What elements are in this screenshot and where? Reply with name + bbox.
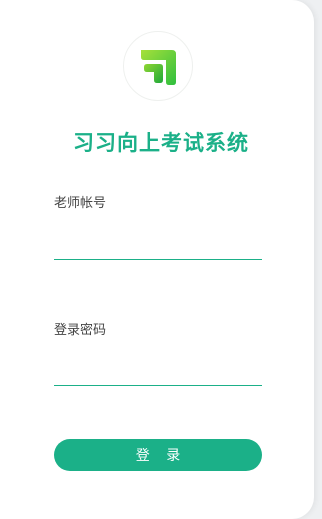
password-input[interactable] bbox=[54, 356, 262, 386]
brand-logo-icon bbox=[141, 50, 176, 85]
password-label: 登录密码 bbox=[54, 323, 107, 338]
account-input[interactable] bbox=[54, 230, 262, 260]
login-button[interactable]: 登 录 bbox=[54, 439, 262, 471]
account-label: 老师帐号 bbox=[54, 196, 107, 211]
page-title: 习习向上考试系统 bbox=[73, 131, 249, 155]
login-card: 习习向上考试系统 老师帐号 登录密码 登 录 bbox=[0, 0, 314, 519]
logo-badge bbox=[123, 31, 193, 101]
